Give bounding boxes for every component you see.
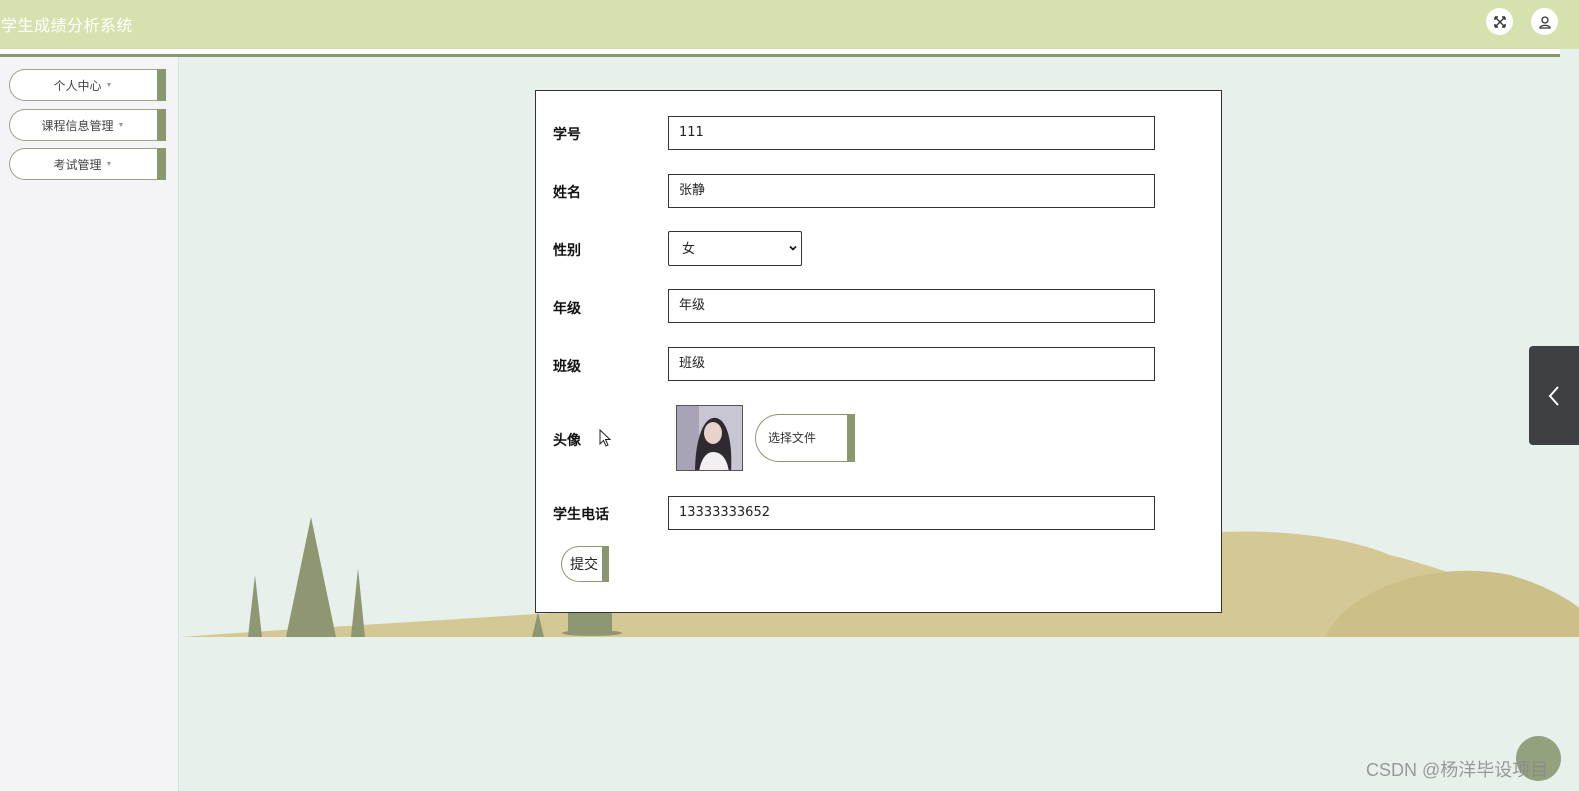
- chevron-down-icon: [789, 245, 797, 251]
- sidebar-item-label: 个人中心: [53, 78, 102, 93]
- chevron-down-icon: ▼: [105, 81, 113, 89]
- mouse-cursor-icon: [599, 429, 611, 447]
- top-bar: 学生成绩分析系统: [0, 0, 1579, 49]
- gender-select[interactable]: 女: [668, 231, 802, 266]
- name-label: 姓名: [553, 184, 581, 200]
- chevron-down-icon: ▼: [105, 160, 113, 168]
- avatar-image: [676, 405, 743, 471]
- fullscreen-icon: [1493, 15, 1506, 28]
- header-accent-line: [0, 54, 1560, 57]
- name-input[interactable]: 张静: [668, 174, 1155, 208]
- sidebar-item-label: 考试管理: [53, 157, 102, 172]
- choose-file-button[interactable]: 选择文件: [755, 414, 855, 462]
- user-icon: [1538, 15, 1551, 29]
- class-input[interactable]: 班级: [668, 347, 1155, 381]
- student-id-label: 学号: [553, 126, 581, 142]
- avatar-label: 头像: [553, 432, 581, 448]
- class-label: 班级: [553, 358, 581, 374]
- submit-button[interactable]: 提交: [561, 546, 609, 582]
- gender-label: 性别: [553, 242, 581, 258]
- watermark: CSDN @杨洋毕设项目: [1366, 760, 1549, 780]
- sidebar-item-personal-center[interactable]: 个人中心 ▼: [9, 69, 166, 101]
- sidebar: 个人中心 ▼ 课程信息管理 ▼ 考试管理 ▼: [0, 57, 179, 791]
- sidebar-item-exam-management[interactable]: 考试管理 ▼: [9, 148, 166, 180]
- grade-input[interactable]: 年级: [668, 289, 1155, 323]
- right-panel-toggle[interactable]: [1529, 346, 1579, 445]
- user-button[interactable]: [1531, 8, 1558, 35]
- grade-label: 年级: [553, 300, 581, 316]
- phone-input[interactable]: 13333333652: [668, 496, 1155, 530]
- chevron-down-icon: ▼: [117, 121, 125, 129]
- avatar-photo: [677, 406, 742, 470]
- student-id-input[interactable]: 111: [668, 116, 1155, 150]
- chevron-left-icon: [1548, 385, 1559, 406]
- gender-selected-value: 女: [682, 241, 696, 256]
- fullscreen-button[interactable]: [1486, 8, 1513, 35]
- student-info-form: 学号 111 姓名 张静 性别 女 年级 年级 班级 班级 头像 选择文件 学生…: [535, 90, 1222, 613]
- app-title: 学生成绩分析系统: [1, 18, 134, 35]
- sidebar-item-label: 课程信息管理: [41, 118, 114, 133]
- sidebar-item-course-info[interactable]: 课程信息管理 ▼: [9, 109, 166, 141]
- phone-label: 学生电话: [553, 506, 609, 522]
